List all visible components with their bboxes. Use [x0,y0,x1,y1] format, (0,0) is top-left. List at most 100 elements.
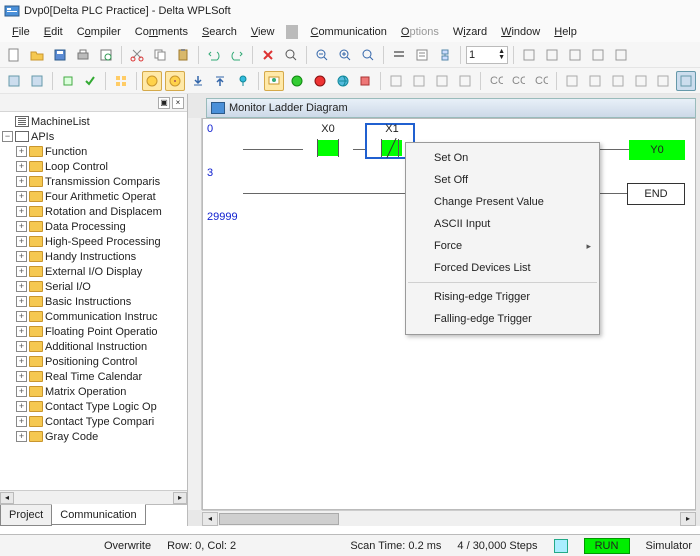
expand-icon[interactable]: + [16,356,27,367]
ctx-change-value[interactable]: Change Present Value [406,191,599,213]
tb-cut-icon[interactable] [127,45,147,65]
run-button[interactable]: RUN [584,538,630,554]
menu-compiler[interactable]: Compiler [71,24,127,40]
tb2-t3-icon[interactable] [608,71,628,91]
tree-item[interactable]: +Loop Control [2,159,187,174]
expand-icon[interactable]: + [16,176,27,187]
tb-gen1-icon[interactable] [519,45,539,65]
sidebar-tree[interactable]: MachineList −APIs +Function+Loop Control… [0,112,187,490]
expand-icon[interactable]: + [16,401,27,412]
side-min-icon[interactable]: ▣ [158,97,170,109]
menu-edit[interactable]: Edit [38,24,69,40]
tb2-download-icon[interactable] [188,71,208,91]
side-close-icon[interactable]: × [172,97,184,109]
tb-preview-icon[interactable] [96,45,116,65]
tb-open-icon[interactable] [27,45,47,65]
tb-delete-icon[interactable] [258,45,278,65]
canvas-scroll-thumb[interactable] [219,513,339,525]
expand-icon[interactable]: + [16,341,27,352]
tree-item[interactable]: +Serial I/O [2,279,187,294]
tb2-t1-icon[interactable] [562,71,582,91]
tb-redo-icon[interactable] [227,45,247,65]
expand-icon[interactable]: + [16,191,27,202]
tb-zoomfit-icon[interactable] [358,45,378,65]
tree-item[interactable]: +Gray Code [2,429,187,444]
scroll-left-icon[interactable]: ◂ [0,492,14,504]
tb2-code1-icon[interactable]: CODE [486,71,506,91]
menu-view[interactable]: View [245,24,281,40]
tree-item[interactable]: +Transmission Comparis [2,174,187,189]
expand-icon[interactable]: + [16,311,27,322]
tb2-sim1-icon[interactable] [142,71,162,91]
menu-search[interactable]: Search [196,24,243,40]
canvas-hscroll[interactable]: ◂ ▸ [202,510,696,526]
tb-print-icon[interactable] [73,45,93,65]
tb-save-icon[interactable] [50,45,70,65]
tb2-g3-icon[interactable] [432,71,452,91]
end-block[interactable]: END [627,183,685,205]
tb-gen3-icon[interactable] [565,45,585,65]
tree-apis[interactable]: −APIs [2,129,187,144]
tree-item[interactable]: +Floating Point Operatio [2,324,187,339]
menu-help[interactable]: Help [548,24,583,40]
expand-icon[interactable]: + [16,146,27,157]
tree-item[interactable]: +Matrix Operation [2,384,187,399]
ctx-set-on[interactable]: Set On [406,147,599,169]
expand-icon[interactable]: + [16,161,27,172]
tb2-t6-icon[interactable] [676,71,696,91]
menu-options[interactable]: Options [395,24,445,40]
tree-item[interactable]: +Contact Type Logic Op [2,399,187,414]
tb2-run-icon[interactable] [287,71,307,91]
tb2-g4-icon[interactable] [455,71,475,91]
tree-item[interactable]: +Data Processing [2,219,187,234]
tb-zoomin-icon[interactable] [335,45,355,65]
expand-icon[interactable]: + [16,326,27,337]
tb2-t4-icon[interactable] [631,71,651,91]
expand-icon[interactable]: + [16,431,27,442]
tb-new-icon[interactable] [4,45,24,65]
tb-gen5-icon[interactable] [611,45,631,65]
tb2-check-icon[interactable] [80,71,100,91]
canvas-title-bar[interactable]: Monitor Ladder Diagram [206,98,696,118]
tb-undo-icon[interactable] [204,45,224,65]
menu-wizard[interactable]: Wizard [447,24,493,40]
expand-icon[interactable]: + [16,416,27,427]
ctx-set-off[interactable]: Set Off [406,169,599,191]
tb2-pin-icon[interactable] [233,71,253,91]
tb2-upload-icon[interactable] [211,71,231,91]
tree-item[interactable]: +Positioning Control [2,354,187,369]
ctx-forced-list[interactable]: Forced Devices List [406,257,599,279]
menu-communication[interactable]: Communication [304,24,392,40]
tb-gen2-icon[interactable] [542,45,562,65]
expand-icon[interactable]: + [16,371,27,382]
tb2-grid-icon[interactable] [111,71,131,91]
tb2-g1-icon[interactable] [386,71,406,91]
tb-find-icon[interactable] [281,45,301,65]
tb-sfc-icon[interactable] [435,45,455,65]
menu-window[interactable]: Window [495,24,546,40]
tb2-g2-icon[interactable] [409,71,429,91]
tb2-compile-icon[interactable] [58,71,78,91]
ctx-force[interactable]: Force [406,235,599,257]
menu-comments[interactable]: Comments [129,24,194,40]
tb2-a-icon[interactable] [4,71,24,91]
tb-gen4-icon[interactable] [588,45,608,65]
expand-icon[interactable]: + [16,386,27,397]
expand-icon[interactable]: + [16,281,27,292]
tb2-code3-icon[interactable]: CODE [531,71,551,91]
tree-item[interactable]: +External I/O Display [2,264,187,279]
expand-icon[interactable]: + [16,266,27,277]
tb2-stop2-icon[interactable] [356,71,376,91]
tb-ladder-icon[interactable] [389,45,409,65]
sidebar-hscroll[interactable]: ◂ ▸ [0,490,187,504]
tb-paste-icon[interactable] [173,45,193,65]
tb2-b-icon[interactable] [27,71,47,91]
tab-project[interactable]: Project [0,505,52,526]
tb2-earth-icon[interactable] [333,71,353,91]
canvas-scroll-left-icon[interactable]: ◂ [202,512,218,526]
tree-item[interactable]: +Additional Instruction [2,339,187,354]
tb2-t5-icon[interactable] [653,71,673,91]
tb-zoomout-icon[interactable] [312,45,332,65]
expand-icon[interactable]: + [16,236,27,247]
tb2-stop-icon[interactable] [310,71,330,91]
